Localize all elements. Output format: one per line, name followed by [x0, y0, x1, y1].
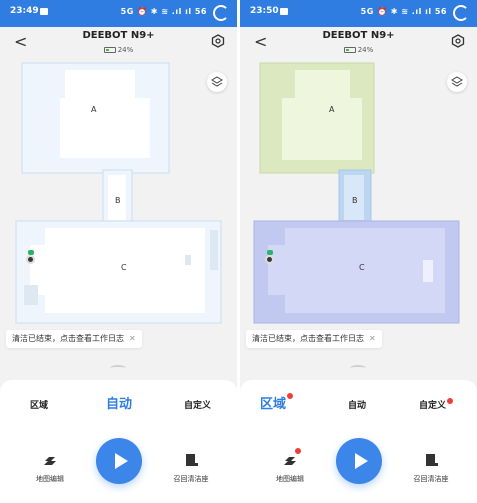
robot-position-icon	[26, 255, 35, 264]
mode-tab-area-label: 区域	[260, 397, 287, 412]
toast-close-icon[interactable]: ✕	[369, 334, 376, 343]
room-label-c[interactable]: C	[121, 263, 127, 272]
room-label-b[interactable]: B	[115, 196, 121, 205]
recall-dock-icon	[426, 454, 438, 466]
map-edit-button[interactable]: 地图编辑	[20, 452, 80, 484]
map-edit-button[interactable]: 地图编辑	[260, 448, 320, 484]
drawer-handle[interactable]	[110, 365, 126, 371]
room-label-a[interactable]: A	[91, 105, 96, 114]
toast-text: 清洁已结束，点击查看工作日志	[12, 334, 124, 343]
new-badge-icon	[287, 393, 294, 399]
toast-close-icon[interactable]: ✕	[129, 334, 136, 343]
recall-dock-button[interactable]: 召回清洁座	[401, 452, 461, 484]
mode-tab-auto[interactable]: 自动	[348, 398, 366, 411]
room-label-c[interactable]: C	[359, 263, 365, 272]
mode-tab-area[interactable]: 区域	[30, 398, 48, 411]
layers-button[interactable]	[447, 72, 467, 92]
recall-dock-label: 召回清洁座	[413, 475, 449, 483]
layers-icon	[211, 76, 223, 87]
new-badge-icon	[447, 398, 454, 404]
drawer-handle[interactable]	[350, 365, 366, 371]
recall-dock-label: 召回清洁座	[173, 475, 209, 483]
cleaning-map[interactable]	[0, 0, 237, 380]
map-edit-label: 地图编辑	[276, 475, 304, 483]
start-cleaning-button[interactable]	[96, 438, 142, 484]
screen-after: 23:50 5G ⏰ ✱ ≋ .ıl ıl 56 < DEEBOT N9+ 24…	[240, 0, 477, 503]
cleaning-map[interactable]	[240, 0, 477, 380]
map-edit-badge-icon	[295, 448, 301, 454]
mode-tab-custom[interactable]: 自定义	[419, 398, 454, 411]
start-cleaning-button[interactable]	[336, 438, 382, 484]
mode-tab-auto[interactable]: 自动	[106, 393, 132, 412]
map-edit-icon	[284, 457, 296, 465]
layers-icon	[451, 76, 463, 87]
map-edit-label: 地图编辑	[36, 475, 64, 483]
screen-before: 23:49 5G ⏰ ✱ ≋ .ıl ıl 56 < DEEBOT N9+ 24…	[0, 0, 237, 503]
room-label-a[interactable]: A	[329, 105, 334, 114]
map-edit-icon	[44, 457, 56, 465]
recall-dock-icon	[186, 454, 198, 466]
mode-tab-area[interactable]: 区域	[260, 393, 294, 412]
room-label-b[interactable]: B	[352, 196, 358, 205]
work-log-toast[interactable]: 清洁已结束，点击查看工作日志 ✕	[246, 330, 382, 348]
work-log-toast[interactable]: 清洁已结束，点击查看工作日志 ✕	[6, 330, 142, 348]
mode-tab-custom-label: 自定义	[419, 401, 447, 411]
mode-tab-custom[interactable]: 自定义	[184, 398, 211, 411]
toast-text: 清洁已结束，点击查看工作日志	[252, 334, 364, 343]
robot-position-icon	[265, 255, 274, 264]
layers-button[interactable]	[207, 72, 227, 92]
recall-dock-button[interactable]: 召回清洁座	[161, 452, 221, 484]
